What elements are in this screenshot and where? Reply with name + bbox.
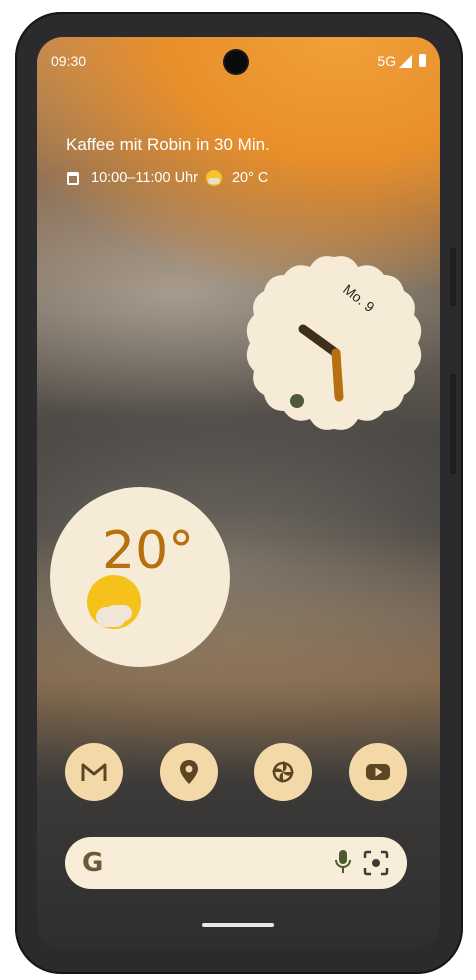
clock-face bbox=[246, 256, 422, 430]
home-indicator[interactable] bbox=[202, 923, 274, 927]
clock-widget[interactable]: Mo. 9 bbox=[246, 255, 422, 431]
pinwheel-icon bbox=[272, 761, 294, 783]
maps-app[interactable] bbox=[160, 743, 218, 801]
second-dot bbox=[290, 394, 304, 408]
google-logo: G bbox=[82, 848, 104, 878]
home-screen: 09:30 5G Kaffee mit Robin in 30 Min. 10:… bbox=[37, 37, 440, 950]
partly-sunny-icon bbox=[205, 170, 222, 186]
volume-button bbox=[450, 248, 456, 306]
mic-icon[interactable] bbox=[335, 849, 351, 875]
weather-widget[interactable]: 20° bbox=[50, 487, 230, 667]
gmail-app[interactable] bbox=[65, 743, 123, 801]
cloud-icon bbox=[96, 607, 126, 627]
photos-app[interactable] bbox=[254, 743, 312, 801]
glance-temperature: 20° C bbox=[231, 170, 269, 186]
signal-icon bbox=[399, 55, 412, 68]
calendar-icon bbox=[67, 171, 79, 185]
status-time: 09:30 bbox=[51, 53, 87, 69]
glance-event-title[interactable]: Kaffee mit Robin in 30 Min. bbox=[66, 135, 270, 155]
event-time: 10:00–11:00 Uhr bbox=[91, 170, 198, 186]
youtube-app[interactable] bbox=[349, 743, 407, 801]
map-pin-icon bbox=[180, 760, 198, 784]
weather-temperature: 20° bbox=[102, 521, 195, 581]
network-type: 5G bbox=[377, 53, 396, 69]
battery-icon bbox=[419, 54, 426, 67]
play-button-icon bbox=[366, 764, 390, 780]
glance-details[interactable]: 10:00–11:00 Uhr 20° C bbox=[67, 170, 268, 186]
minute-hand bbox=[331, 348, 344, 402]
gmail-icon bbox=[81, 763, 107, 781]
app-dock bbox=[65, 743, 407, 803]
google-search-bar[interactable]: G bbox=[65, 837, 407, 889]
power-button bbox=[450, 374, 456, 474]
front-camera bbox=[225, 51, 247, 73]
lens-icon[interactable] bbox=[363, 850, 389, 876]
